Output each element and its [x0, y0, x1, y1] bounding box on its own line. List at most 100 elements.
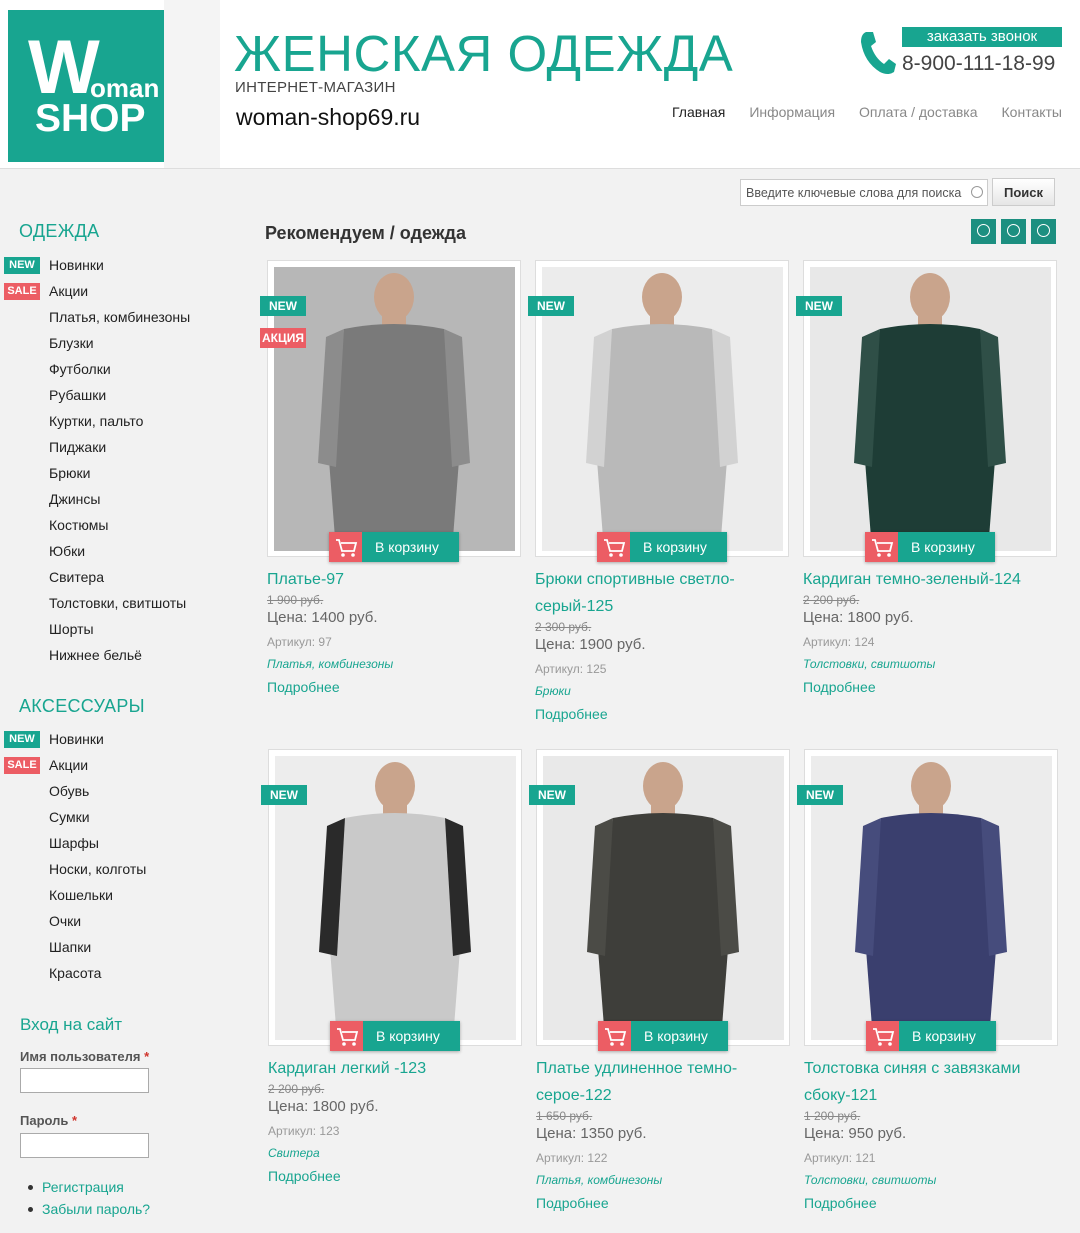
product-name-link[interactable]: Платье удлиненное темно-серое-122 — [536, 1055, 776, 1109]
accessories-menu-item-label: Акции — [49, 757, 89, 773]
accessories-menu-item-label: Красота — [49, 965, 102, 981]
product-category-link[interactable]: Толстовки, свитшоты — [804, 1173, 936, 1187]
product-name-link[interactable]: Брюки спортивные светло-серый-125 — [535, 566, 775, 620]
accessories-menu-item[interactable]: Носки, колготы — [0, 856, 146, 882]
new-badge: NEW — [529, 785, 575, 805]
clothes-menu-item[interactable]: Рубашки — [0, 382, 190, 408]
product-name-link[interactable]: Кардиган темно-зеленый-124 — [803, 566, 1043, 593]
clothes-menu-item-label: Платья, комбинезоны — [49, 309, 191, 325]
add-to-cart-button[interactable]: В корзину — [866, 1021, 996, 1051]
clothes-menu-item[interactable]: Костюмы — [0, 512, 190, 538]
clothes-menu-item[interactable]: SALE Акции — [0, 278, 190, 304]
search-clear-icon[interactable] — [971, 186, 983, 198]
product-photo[interactable] — [274, 267, 515, 551]
clothes-menu-item[interactable]: Свитера — [0, 564, 190, 590]
accessories-menu: NEW Новинки SALE Акции Обувь Сумки Шарфы Носки,… — [0, 726, 146, 986]
add-to-cart-button[interactable]: В корзину — [597, 532, 727, 562]
clothes-menu-item-label: Толстовки, свитшоты — [49, 595, 187, 611]
clothes-menu-item[interactable]: Пиджаки — [0, 434, 190, 460]
clothes-menu-item[interactable]: Блузки — [0, 330, 190, 356]
clothes-menu-item[interactable]: Куртки, пальто — [0, 408, 190, 434]
search-button[interactable]: Поиск — [992, 178, 1055, 206]
accessories-menu-item[interactable]: Шарфы — [0, 830, 146, 856]
product-details-link[interactable]: Подробнее — [536, 1195, 609, 1211]
accessories-menu-item-label: Новинки — [49, 731, 104, 747]
product-name-link[interactable]: Толстовка синяя с завязками сбоку-121 — [804, 1055, 1044, 1109]
username-label: Имя пользователя * — [20, 1049, 150, 1064]
accessories-menu-item-label: Шарфы — [49, 835, 99, 851]
product-details-link[interactable]: Подробнее — [803, 679, 876, 695]
clothes-menu-item[interactable]: Брюки — [0, 460, 190, 486]
product-price: Цена: 1400 руб. — [267, 609, 378, 626]
search-input[interactable] — [740, 179, 988, 206]
product-old-price: 1 900 руб. — [267, 593, 324, 607]
accessories-menu-item[interactable]: NEW Новинки — [0, 726, 146, 752]
add-to-cart-label: В корзину — [643, 539, 707, 555]
register-link[interactable]: Регистрация — [27, 1176, 150, 1198]
clothes-menu-item[interactable]: Толстовки, свитшоты — [0, 590, 190, 616]
clothes-menu-item-label: Рубашки — [49, 387, 107, 403]
product-category-link[interactable]: Свитера — [268, 1146, 320, 1160]
accessories-menu-item[interactable]: Кошельки — [0, 882, 146, 908]
product-photo[interactable] — [543, 756, 784, 1040]
accessories-menu-item[interactable]: Обувь — [0, 778, 146, 804]
product-details-link[interactable]: Подробнее — [804, 1195, 877, 1211]
accessories-menu-item[interactable]: SALE Акции — [0, 752, 146, 778]
product-name-link[interactable]: Платье-97 — [267, 566, 507, 593]
product-photo[interactable] — [275, 756, 516, 1040]
product-photo[interactable] — [811, 756, 1052, 1040]
product-category-link[interactable]: Платья, комбинезоны — [536, 1173, 662, 1187]
nav-payment-delivery[interactable]: Оплата / доставка — [859, 104, 977, 120]
product-price: Цена: 1800 руб. — [803, 609, 914, 626]
add-to-cart-button[interactable]: В корзину — [329, 532, 459, 562]
product-photo[interactable] — [810, 267, 1051, 551]
callback-button[interactable]: заказать звонок — [902, 27, 1062, 47]
nav-info[interactable]: Информация — [749, 104, 835, 120]
product-details-link[interactable]: Подробнее — [267, 679, 340, 695]
clothes-menu-item[interactable]: Нижнее бельё — [0, 642, 190, 668]
add-to-cart-button[interactable]: В корзину — [865, 532, 995, 562]
add-to-cart-button[interactable]: В корзину — [598, 1021, 728, 1051]
product-details-link[interactable]: Подробнее — [535, 706, 608, 722]
product-sku: Артикул: 97 — [267, 635, 332, 649]
clothes-menu-item[interactable]: Футболки — [0, 356, 190, 382]
accessories-menu-item[interactable]: Красота — [0, 960, 146, 986]
product-category-link[interactable]: Толстовки, свитшоты — [803, 657, 935, 671]
product-photo[interactable] — [542, 267, 783, 551]
clothes-menu-item-label: Акции — [49, 283, 89, 299]
phone-icon — [861, 32, 896, 74]
nav-home[interactable]: Главная — [672, 104, 725, 120]
product-details-link[interactable]: Подробнее — [268, 1168, 341, 1184]
product-category-link[interactable]: Брюки — [535, 684, 571, 698]
username-field[interactable] — [20, 1068, 149, 1093]
clothes-menu-item[interactable]: NEW Новинки — [0, 252, 190, 278]
password-field[interactable] — [20, 1133, 149, 1158]
clothes-menu-item[interactable]: Шорты — [0, 616, 190, 642]
forgot-password-link[interactable]: Забыли пароль? — [27, 1198, 150, 1220]
view-large-icon[interactable] — [1031, 219, 1056, 244]
view-small-icon[interactable] — [971, 219, 996, 244]
new-badge: NEW — [528, 296, 574, 316]
product-name-link[interactable]: Кардиган легкий -123 — [268, 1055, 508, 1082]
site-logo[interactable]: W oman SHOP — [8, 10, 164, 162]
logo-shop: SHOP — [35, 97, 146, 140]
clothes-menu-item[interactable]: Юбки — [0, 538, 190, 564]
accessories-menu-item[interactable]: Шапки — [0, 934, 146, 960]
add-to-cart-button[interactable]: В корзину — [330, 1021, 460, 1051]
accessories-menu-item[interactable]: Очки — [0, 908, 146, 934]
clothes-menu-item-label: Блузки — [49, 335, 94, 351]
view-medium-icon[interactable] — [1001, 219, 1026, 244]
add-to-cart-label: В корзину — [644, 1028, 708, 1044]
nav-contacts[interactable]: Контакты — [1002, 104, 1062, 120]
clothes-menu-item[interactable]: Платья, комбинезоны — [0, 304, 190, 330]
site-url: woman-shop69.ru — [236, 104, 421, 130]
sale-badge: SALE — [4, 283, 40, 300]
site-header: W oman SHOP ЖЕНСКАЯ ОДЕЖДА ИНТЕРНЕТ-МАГА… — [0, 0, 1080, 169]
accessories-menu-item[interactable]: Сумки — [0, 804, 146, 830]
product-sku: Артикул: 122 — [536, 1151, 608, 1165]
site-subtitle: ИНТЕРНЕТ-МАГАЗИН — [235, 79, 396, 96]
product-category-link[interactable]: Платья, комбинезоны — [267, 657, 393, 671]
clothes-menu-item[interactable]: Джинсы — [0, 486, 190, 512]
cart-icon — [330, 1021, 363, 1051]
product-old-price: 1 650 руб. — [536, 1109, 593, 1123]
